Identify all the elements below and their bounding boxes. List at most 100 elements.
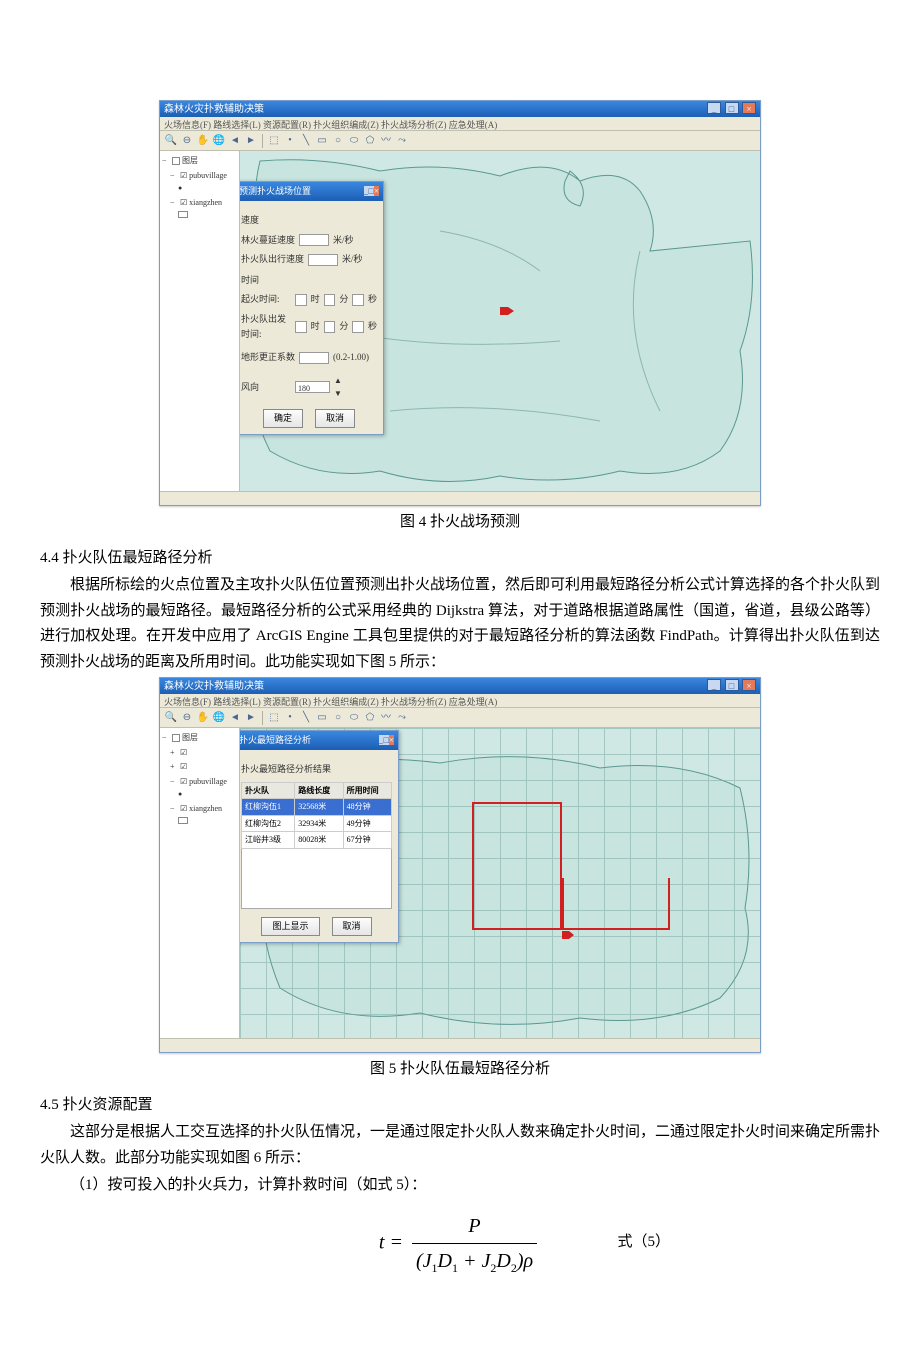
- draw-ellipse-icon[interactable]: ⬭: [347, 711, 361, 725]
- close-icon[interactable]: ×: [742, 679, 756, 691]
- minimize-icon[interactable]: _: [707, 679, 721, 691]
- draw-point-icon[interactable]: •: [283, 711, 297, 725]
- menu-bar[interactable]: 火场信息(F) 路线选择(L) 资源配置(R) 扑火组织编成(Z) 扑火战场分析…: [160, 117, 760, 131]
- zoom-in-icon[interactable]: 🔍: [164, 134, 178, 148]
- forward-icon[interactable]: ►: [244, 134, 258, 148]
- wind-spinner[interactable]: 180: [295, 381, 330, 393]
- select-icon[interactable]: ⬚: [267, 134, 281, 148]
- close-icon[interactable]: ×: [742, 102, 756, 114]
- draw-arrow-icon[interactable]: ⤳: [395, 134, 409, 148]
- toc-label: 图层: [182, 731, 198, 745]
- cancel-button[interactable]: 取消: [332, 917, 372, 936]
- draw-curve-icon[interactable]: 〰: [379, 134, 393, 148]
- display-on-map-button[interactable]: 图上显示: [261, 917, 319, 936]
- section-4-4-para: 根据所标绘的火点位置及主攻扑火队伍位置预测出扑火战场位置，然后即可利用最短路径分…: [40, 573, 880, 675]
- full-extent-icon[interactable]: 🌐: [212, 711, 226, 725]
- maximize-icon[interactable]: □: [725, 102, 739, 114]
- app-window-fig4: 森林火灾扑救辅助决策 _ □ × 火场信息(F) 路线选择(L) 资源配置(R)…: [159, 100, 761, 506]
- toolbar[interactable]: 🔍 ⊖ ✋ 🌐 ◄ ► ⬚ • ╲ ▭ ○ ⬭ ⬠ 〰 ⤳: [160, 708, 760, 728]
- draw-point-icon[interactable]: •: [283, 134, 297, 148]
- table-row[interactable]: 江峪井3级 80028米 67分钟: [242, 832, 392, 849]
- draw-line-icon[interactable]: ╲: [299, 134, 313, 148]
- zoom-out-icon[interactable]: ⊖: [180, 711, 194, 725]
- window-controls[interactable]: _ □ ×: [706, 678, 756, 695]
- layer-checkbox[interactable]: [172, 157, 180, 165]
- fire-time-sec-input[interactable]: [352, 294, 364, 306]
- draw-poly-icon[interactable]: ⬠: [363, 134, 377, 148]
- window-controls[interactable]: _ □ ×: [706, 101, 756, 118]
- figure-4-caption: 图 4 扑火战场预测: [40, 510, 880, 536]
- back-icon[interactable]: ◄: [228, 134, 242, 148]
- toc-layer[interactable]: −☑ pubuvillage: [162, 775, 237, 789]
- window-controls[interactable]: _□×: [379, 733, 394, 748]
- cancel-button[interactable]: 取消: [315, 409, 355, 428]
- spread-speed-row: 林火蔓延速度 米/秒: [241, 233, 377, 248]
- draw-line-icon[interactable]: ╲: [299, 711, 313, 725]
- fire-time-row: 起火时间: 时 分 秒: [241, 292, 377, 307]
- prediction-dialog: 预测扑火战场位置 _□× 速度 林火蔓延速度 米/秒 扑火队出行速度: [240, 181, 384, 435]
- expand-icon[interactable]: −: [170, 196, 178, 210]
- layer-checkbox[interactable]: [172, 734, 180, 742]
- minimize-icon[interactable]: _: [707, 102, 721, 114]
- toc-layer[interactable]: +☑: [162, 760, 237, 774]
- toc-layer-2[interactable]: − ☑ xiangzhen: [162, 196, 237, 210]
- draw-circle-icon[interactable]: ○: [331, 711, 345, 725]
- section-4-5-para1: 这部分是根据人工交互选择的扑火队伍情况，一是通过限定扑火队人数来确定扑火时间，二…: [40, 1120, 880, 1171]
- expand-icon[interactable]: −: [162, 154, 170, 168]
- pan-icon[interactable]: ✋: [196, 134, 210, 148]
- depart-hour-input[interactable]: [295, 321, 307, 333]
- result-header: 扑火最短路径分析结果: [241, 762, 392, 777]
- draw-rect-icon[interactable]: ▭: [315, 711, 329, 725]
- dialog-title: 预测扑火战场位置: [240, 184, 311, 199]
- table-row[interactable]: 红柳沟伍2 32934米 49分钟: [242, 815, 392, 832]
- toc-panel[interactable]: − 图层 − ☑ pubuvillage ● − ☑ xiangzhen: [160, 151, 240, 491]
- fire-time-min-input[interactable]: [324, 294, 336, 306]
- back-icon[interactable]: ◄: [228, 711, 242, 725]
- toc-label: ☑ xiangzhen: [180, 196, 222, 210]
- draw-ellipse-icon[interactable]: ⬭: [347, 134, 361, 148]
- depart-min-input[interactable]: [324, 321, 336, 333]
- map-canvas[interactable]: 扑火最短路径分析 _□× 扑火最短路径分析结果 扑火队 路线长度 所用时间: [240, 728, 760, 1038]
- zoom-in-icon[interactable]: 🔍: [164, 711, 178, 725]
- col-time: 所用时间: [343, 782, 391, 799]
- toc-panel[interactable]: − 图层 +☑ +☑ −☑ pubuvillage ● −☑ xiangzhen: [160, 728, 240, 1038]
- draw-rect-icon[interactable]: ▭: [315, 134, 329, 148]
- pan-icon[interactable]: ✋: [196, 711, 210, 725]
- toc-root[interactable]: − 图层: [162, 154, 237, 168]
- draw-circle-icon[interactable]: ○: [331, 134, 345, 148]
- toc-layer[interactable]: −☑ xiangzhen: [162, 802, 237, 816]
- terrain-input[interactable]: [299, 352, 329, 364]
- draw-arrow-icon[interactable]: ⤳: [395, 711, 409, 725]
- toc-symbol: ●: [162, 789, 237, 801]
- spread-speed-input[interactable]: [299, 234, 329, 246]
- toc-layer-1[interactable]: − ☑ pubuvillage: [162, 169, 237, 183]
- expand-icon[interactable]: −: [170, 169, 178, 183]
- full-extent-icon[interactable]: 🌐: [212, 134, 226, 148]
- section-speed: 速度: [241, 213, 377, 228]
- select-icon[interactable]: ⬚: [267, 711, 281, 725]
- zoom-out-icon[interactable]: ⊖: [180, 134, 194, 148]
- toc-symbol: [162, 211, 237, 218]
- toc-root[interactable]: − 图层: [162, 731, 237, 745]
- dialog-title-bar: 预测扑火战场位置 _□×: [240, 182, 383, 201]
- expand-icon[interactable]: −: [162, 731, 170, 745]
- dialog-buttons: 图上显示 取消: [241, 917, 392, 936]
- depart-sec-input[interactable]: [352, 321, 364, 333]
- draw-poly-icon[interactable]: ⬠: [363, 711, 377, 725]
- fire-time-hour-input[interactable]: [295, 294, 307, 306]
- draw-curve-icon[interactable]: 〰: [379, 711, 393, 725]
- equation-label: 式（5）: [617, 1230, 670, 1256]
- spinner-up-icon[interactable]: ▲▼: [334, 374, 342, 401]
- forward-icon[interactable]: ►: [244, 711, 258, 725]
- maximize-icon[interactable]: □: [725, 679, 739, 691]
- toc-layer[interactable]: +☑: [162, 746, 237, 760]
- window-controls[interactable]: _□×: [364, 184, 379, 199]
- section-4-5-heading: 4.5 扑火资源配置: [40, 1093, 880, 1119]
- ok-button[interactable]: 确定: [263, 409, 303, 428]
- travel-speed-input[interactable]: [308, 254, 338, 266]
- title-bar: 森林火灾扑救辅助决策 _ □ ×: [160, 101, 760, 117]
- map-canvas[interactable]: 预测扑火战场位置 _□× 速度 林火蔓延速度 米/秒 扑火队出行速度: [240, 151, 760, 491]
- toolbar[interactable]: 🔍 ⊖ ✋ 🌐 ◄ ► ⬚ • ╲ ▭ ○ ⬭ ⬠ 〰 ⤳: [160, 131, 760, 151]
- menu-bar[interactable]: 火场信息(F) 路线选择(L) 资源配置(R) 扑火组织编成(Z) 扑火战场分析…: [160, 694, 760, 708]
- table-row[interactable]: 红柳沟伍1 32568米 48分钟: [242, 799, 392, 816]
